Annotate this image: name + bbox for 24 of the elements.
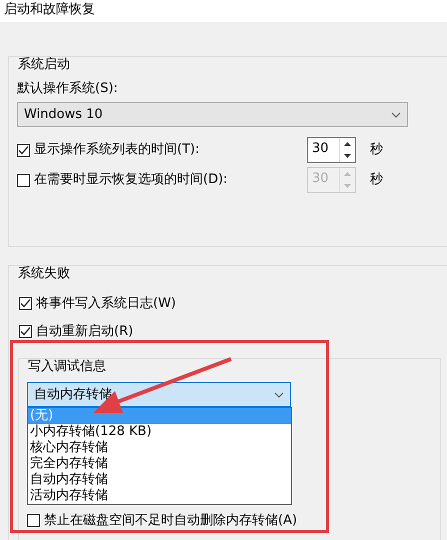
checkbox-label: 将事件写入系统日志(W) bbox=[36, 296, 176, 312]
checkbox-label: 在需要时显示恢复选项的时间(D): bbox=[34, 172, 228, 188]
dropdown-option[interactable]: 小内存转储(128 KB) bbox=[28, 424, 291, 440]
field-label: 默认操作系统(S): bbox=[17, 80, 119, 96]
checkbox-label: 禁止在磁盘空间不足时自动删除内存转储(A) bbox=[44, 513, 298, 529]
checkbox-label: 显示操作系统列表的时间(T): bbox=[34, 142, 200, 158]
dropdown-option[interactable]: 核心内存转储 bbox=[28, 440, 291, 456]
unit-label: 秒 bbox=[370, 142, 383, 158]
number-spinner[interactable]: 30 bbox=[307, 137, 356, 164]
dropdown-option[interactable]: 完全内存转储 bbox=[28, 456, 291, 472]
os-dropdown[interactable]: Windows 10 bbox=[17, 102, 408, 128]
chevron-icon bbox=[391, 112, 401, 118]
unit-label: 秒 bbox=[370, 172, 383, 188]
checkbox[interactable] bbox=[17, 144, 30, 157]
checkbox[interactable] bbox=[19, 325, 32, 338]
dropdown-option[interactable]: 自动内存转储 bbox=[28, 472, 291, 488]
number-spinner: 30 bbox=[307, 167, 356, 194]
window-title: 启动和故障恢复 bbox=[0, 0, 447, 22]
group-title: 系统失败 bbox=[15, 266, 73, 282]
chevron-icon bbox=[274, 392, 284, 398]
checkbox[interactable] bbox=[27, 514, 40, 528]
checkbox-label: 自动重新启动(R) bbox=[36, 324, 134, 340]
checkbox[interactable] bbox=[19, 297, 32, 310]
dropdown-option[interactable]: 活动内存转储 bbox=[28, 488, 291, 504]
